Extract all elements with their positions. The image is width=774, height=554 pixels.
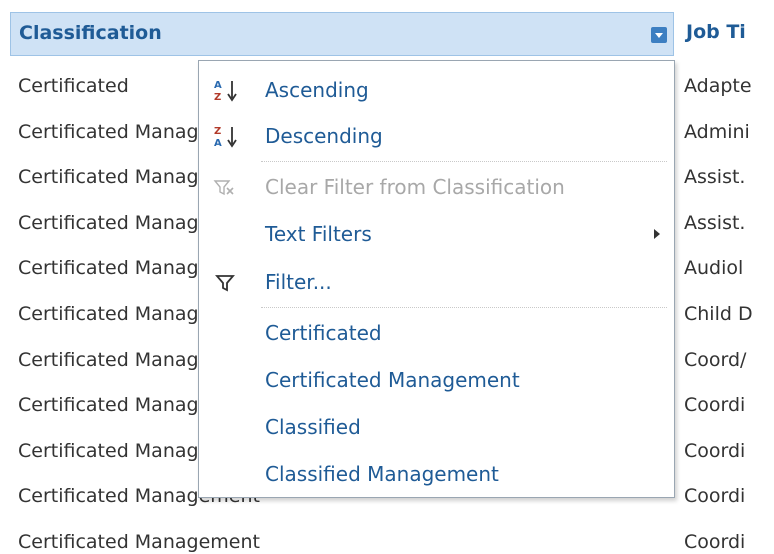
sort-a-z-icon: A Z <box>214 80 237 102</box>
column-header-job-title[interactable]: Job Ti <box>674 12 774 56</box>
filter-dropdown-menu: A Z Ascending Z A Descending Clear Filte… <box>198 60 675 498</box>
menu-item-label: Classified Management <box>265 462 499 486</box>
svg-text:Z: Z <box>214 126 221 137</box>
cell-job-title[interactable]: Assist. <box>684 155 774 201</box>
menu-item-text-filters[interactable]: Text Filters <box>199 211 674 257</box>
cell-job-title[interactable]: Adapte <box>684 64 774 110</box>
menu-item-label: Filter... <box>265 270 332 294</box>
column-header-job-title-label: Job Ti <box>686 21 746 43</box>
menu-item-filter[interactable]: Filter... <box>199 259 674 305</box>
cell-job-title[interactable]: Audiol <box>684 246 774 292</box>
menu-item-sort-ascending[interactable]: A Z Ascending <box>199 67 674 113</box>
column-header-classification-label: Classification <box>19 22 162 44</box>
table-row[interactable]: Certificated Management Coordi <box>0 520 774 554</box>
menu-item-value-classified[interactable]: Classified <box>199 404 674 450</box>
cell-job-title[interactable]: Coordi <box>684 520 774 554</box>
cell-classification[interactable]: Certificated Management <box>18 520 668 554</box>
svg-text:Z: Z <box>214 92 221 102</box>
cell-job-title[interactable]: Child D <box>684 292 774 338</box>
cell-job-title[interactable]: Assist. <box>684 201 774 247</box>
cell-job-title[interactable]: Coord/ <box>684 338 774 384</box>
cell-job-title[interactable]: Coordi <box>684 383 774 429</box>
filter-dropdown-icon[interactable] <box>651 27 667 43</box>
filter-funnel-icon <box>215 275 235 292</box>
cell-job-title[interactable]: Coordi <box>684 474 774 520</box>
menu-item-label: Classified <box>265 415 361 439</box>
menu-item-value-certificated-management[interactable]: Certificated Management <box>199 357 674 403</box>
menu-item-label: Certificated Management <box>265 368 520 392</box>
menu-item-sort-descending[interactable]: Z A Descending <box>199 113 674 159</box>
menu-item-value-classified-management[interactable]: Classified Management <box>199 451 674 497</box>
sort-z-a-icon: Z A <box>214 126 237 148</box>
svg-text:A: A <box>214 138 222 148</box>
menu-item-label: Ascending <box>265 78 369 102</box>
spreadsheet-view: Classification Job Ti Certificated Adapt… <box>0 0 774 554</box>
cell-job-title[interactable]: Coordi <box>684 429 774 475</box>
cell-job-title[interactable]: Admini <box>684 110 774 156</box>
svg-text:A: A <box>214 80 222 91</box>
menu-item-clear-filter: Clear Filter from Classification <box>199 164 674 210</box>
menu-separator <box>261 307 667 308</box>
menu-item-value-certificated[interactable]: Certificated <box>199 310 674 356</box>
menu-item-label: Descending <box>265 124 383 148</box>
menu-item-label: Certificated <box>265 321 382 345</box>
submenu-arrow-icon <box>654 229 660 239</box>
column-header-classification[interactable]: Classification <box>10 12 674 56</box>
menu-item-label: Text Filters <box>265 222 372 246</box>
clear-filter-icon <box>213 180 234 196</box>
menu-item-label: Clear Filter from Classification <box>265 175 565 199</box>
menu-separator <box>261 161 667 162</box>
